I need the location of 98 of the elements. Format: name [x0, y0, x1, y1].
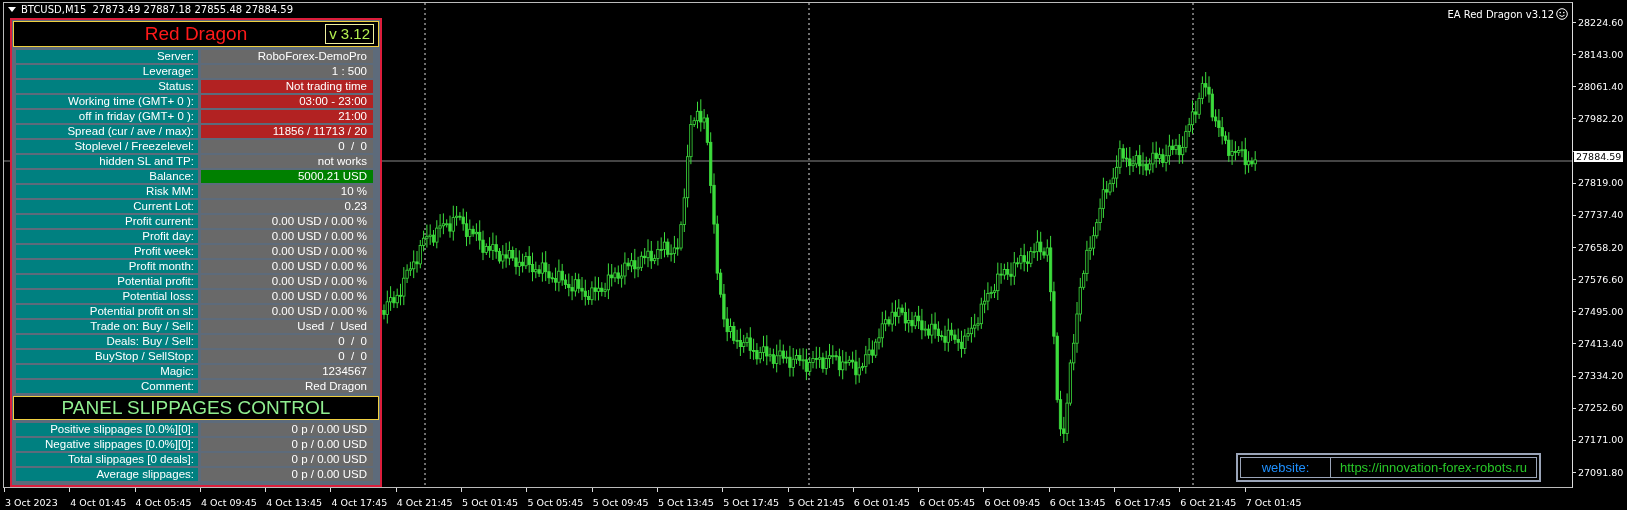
time-label: 5 Oct 21:45 [787, 497, 845, 508]
price-label: 27334.20 [1578, 370, 1624, 382]
field-label: Positive slippages [0.0%][0]: [16, 423, 198, 436]
field-value: Not trading time [201, 80, 373, 93]
time-label: 5 Oct 05:45 [526, 497, 584, 508]
price-label: 27252.60 [1578, 402, 1624, 414]
field-value: 0.00 USD / 0.00 % [201, 305, 373, 318]
field-value: 0.00 USD / 0.00 % [201, 215, 373, 228]
field-value: RoboForex-DemoPro [201, 50, 373, 63]
field-label: Working time (GMT+ 0 ): [16, 95, 198, 108]
price-label: 27091.80 [1578, 466, 1624, 478]
time-label: 6 Oct 13:45 [1048, 497, 1106, 508]
field-value: 1 : 500 [201, 65, 373, 78]
price-label: 27819.00 [1578, 177, 1624, 189]
field-label: Deals: Buy / Sell: [16, 335, 198, 348]
field-label: Server: [16, 50, 198, 63]
time-label: 6 Oct 17:45 [1114, 497, 1171, 508]
field-label: Leverage: [16, 65, 198, 78]
field-label: Potential profit on sl: [16, 305, 198, 318]
field-label: BuyStop / SellStop: [16, 350, 198, 363]
time-label: 3 Oct 2023 [4, 497, 58, 508]
time-label: 7 Oct 01:45 [1244, 497, 1302, 508]
field-value: Red Dragon [201, 380, 373, 393]
field-label: Potential loss: [16, 290, 198, 303]
caret-icon[interactable] [8, 7, 16, 12]
field-value: 0 p / 0.00 USD [201, 438, 373, 451]
field-value: 0 / 0 [201, 335, 373, 348]
field-value: not works [201, 155, 373, 168]
price-label: 27495.00 [1578, 305, 1624, 317]
field-value: 1234567 [201, 365, 373, 378]
field-label: Stoplevel / Freezelevel: [16, 140, 198, 153]
time-label: 4 Oct 13:45 [265, 497, 323, 508]
price-label: 27658.20 [1578, 241, 1624, 253]
chart-symbol-quote: BTCUSD,M15 27873.49 27887.18 27855.48 27884.59 [21, 4, 294, 15]
field-label: Current Lot: [16, 200, 198, 213]
field-label: Total slippages [0 deals]: [16, 453, 198, 466]
field-value: 0 p / 0.00 USD [201, 423, 373, 436]
price-label: 28061.40 [1578, 80, 1624, 92]
field-label: Profit month: [16, 260, 198, 273]
field-value: 0 p / 0.00 USD [201, 468, 373, 481]
field-label: Risk MM: [16, 185, 198, 198]
section-header: PANEL SLIPPAGES CONTROL [13, 396, 379, 420]
field-value: 0.00 USD / 0.00 % [201, 245, 373, 258]
field-value: 11856 / 11713 / 20 [201, 125, 373, 138]
time-label: 5 Oct 17:45 [722, 497, 780, 508]
field-label: Negative slippages [0.0%][0]: [16, 438, 198, 451]
field-value: 0.23 [201, 200, 373, 213]
field-value: 10 % [201, 185, 373, 198]
price-label: 27982.20 [1578, 113, 1624, 124]
field-value: 03:00 - 23:00 [201, 95, 373, 108]
website-label: website: [1241, 458, 1331, 477]
price-label: 27413.40 [1578, 337, 1624, 349]
version-badge: v 3.12 [325, 24, 374, 44]
field-label: Average slippages: [16, 468, 198, 481]
time-label: 4 Oct 21:45 [395, 497, 453, 508]
time-label: 6 Oct 21:45 [1179, 497, 1237, 508]
field-label: off in friday (GMT+ 0 ): [16, 110, 198, 123]
field-label: Trade on: Buy / Sell: [16, 320, 198, 333]
price-label: 28143.00 [1578, 48, 1624, 60]
time-label: 4 Oct 01:45 [69, 497, 127, 508]
field-value: 21:00 [201, 110, 373, 123]
field-value: 0.00 USD / 0.00 % [201, 230, 373, 243]
time-label: 5 Oct 01:45 [461, 497, 518, 508]
smiley-icon[interactable] [1556, 8, 1568, 20]
time-label: 4 Oct 05:45 [134, 497, 192, 508]
field-label: Profit day: [16, 230, 198, 243]
field-value: 0 p / 0.00 USD [201, 453, 373, 466]
time-label: 6 Oct 05:45 [918, 497, 976, 508]
price-label: 27171.00 [1578, 434, 1624, 446]
expert-name: EA Red Dragon v3.12 [1447, 8, 1554, 20]
current-price-tag: 27884.59 [1574, 151, 1624, 163]
time-label: 6 Oct 09:45 [983, 497, 1041, 508]
field-label: hidden SL and TP: [16, 155, 198, 168]
field-label: Potential profit: [16, 275, 198, 288]
field-value: 5000.21 USD [201, 170, 373, 183]
field-label: Profit week: [16, 245, 198, 258]
price-label: 27737.40 [1578, 209, 1624, 221]
field-value: 0 / 0 [201, 350, 373, 363]
field-label: Balance: [16, 170, 198, 183]
field-label: Comment: [16, 380, 198, 393]
field-value: 0 / 0 [201, 140, 373, 153]
field-value: Used / Used [201, 320, 373, 333]
time-label: 5 Oct 13:45 [656, 497, 714, 508]
price-label: 27576.60 [1578, 273, 1624, 285]
field-label: Magic: [16, 365, 198, 378]
field-value: 0.00 USD / 0.00 % [201, 275, 373, 288]
field-label: Profit current: [16, 215, 198, 228]
field-label: Spread (cur / ave / max): [16, 125, 198, 138]
field-value: 0.00 USD / 0.00 % [201, 260, 373, 273]
website-link[interactable]: https://innovation-forex-robots.ru [1331, 458, 1536, 477]
time-label: 6 Oct 01:45 [852, 497, 910, 508]
time-label: 4 Oct 17:45 [330, 497, 388, 508]
field-value: 0.00 USD / 0.00 % [201, 290, 373, 303]
panel-title: Red Dragon [144, 23, 248, 45]
time-label: 5 Oct 09:45 [591, 497, 649, 508]
price-label: 28224.60 [1578, 16, 1624, 28]
time-label: 4 Oct 09:45 [199, 497, 257, 508]
field-label: Status: [16, 80, 198, 93]
